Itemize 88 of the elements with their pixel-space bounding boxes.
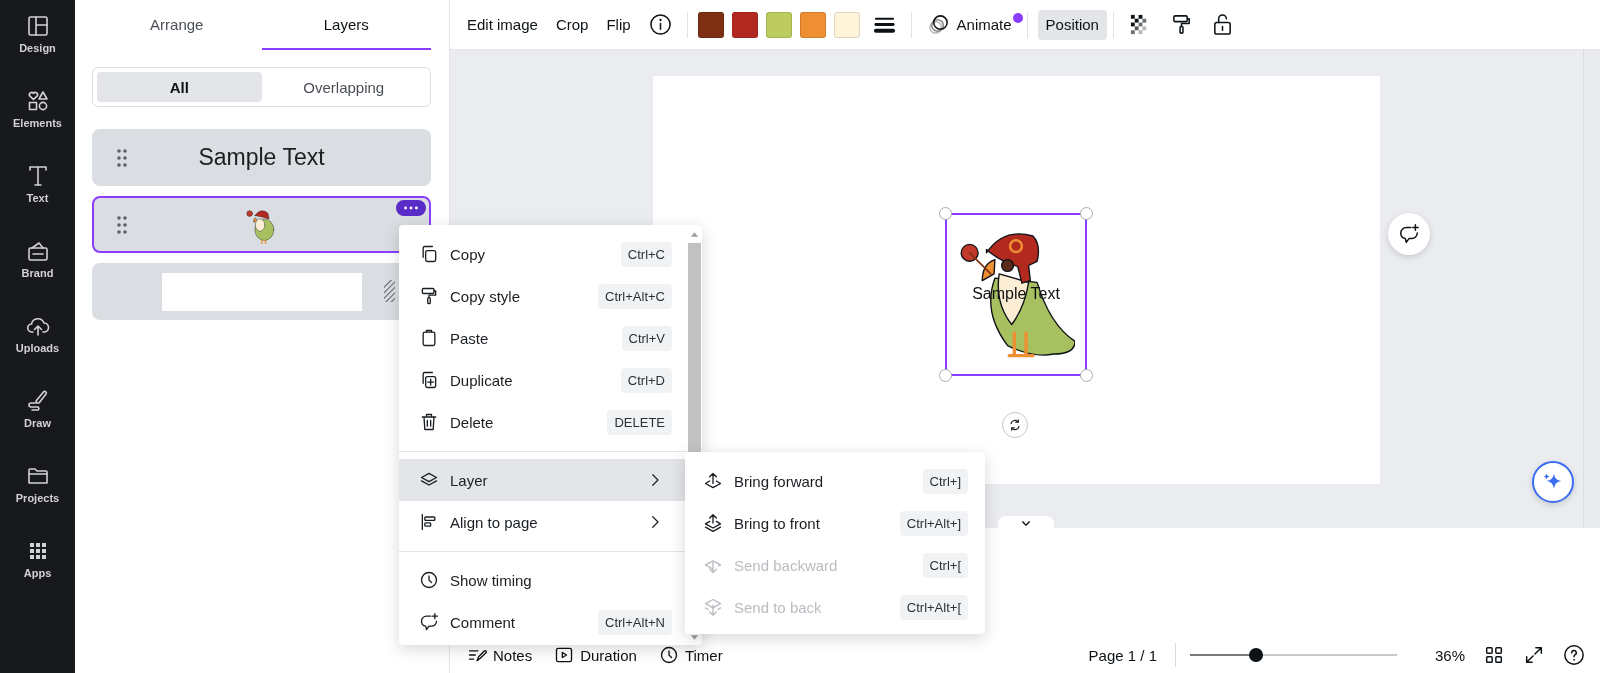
footer-button[interactable]: Duration <box>554 645 637 665</box>
draw-icon <box>25 389 50 413</box>
align-icon <box>419 512 439 532</box>
sidebar-item[interactable]: Text <box>4 164 71 239</box>
color-swatch[interactable] <box>697 11 724 38</box>
resize-handle[interactable] <box>939 207 952 220</box>
arrow-up-icon <box>703 513 723 533</box>
panel-tab[interactable]: Arrange <box>92 0 262 50</box>
clock-icon <box>419 570 439 590</box>
chevron-down-icon <box>1021 519 1031 527</box>
duration-icon <box>554 645 575 665</box>
grid-view-icon[interactable] <box>1483 644 1505 666</box>
arrow-up-icon <box>703 471 723 491</box>
menu-item[interactable]: Paste Ctrl+V <box>399 317 687 359</box>
scroll-up-icon[interactable] <box>690 231 699 237</box>
menu-item[interactable]: Duplicate Ctrl+D <box>399 359 687 401</box>
menu-item[interactable]: Show timing <box>399 559 687 601</box>
elements-icon <box>25 89 50 113</box>
toolbar-button[interactable]: Flip <box>597 8 640 41</box>
animate-button[interactable]: Animate <box>917 8 1021 41</box>
sidebar-item[interactable]: Projects <box>4 464 71 539</box>
menu-item[interactable]: Layer <box>399 459 687 501</box>
hatch-icon <box>384 280 395 302</box>
menu-item[interactable]: Comment Ctrl+Alt+N <box>399 601 687 643</box>
menu-item[interactable]: Delete DELETE <box>399 401 687 443</box>
info-icon[interactable] <box>648 13 672 36</box>
comment-add-icon <box>1398 223 1420 245</box>
drag-handle-icon[interactable] <box>116 215 128 235</box>
layer-row[interactable]: Sample Text <box>92 129 431 186</box>
drag-handle-icon[interactable] <box>116 148 128 168</box>
timer-icon <box>658 645 679 665</box>
animate-icon <box>926 13 950 36</box>
shortcut-hint: Ctrl+Alt+[ <box>899 594 968 620</box>
sidebar-item[interactable]: Apps <box>4 539 71 614</box>
shortcut-hint: Ctrl+[ <box>922 552 968 578</box>
position-button[interactable]: Position <box>1037 9 1107 40</box>
menu-item[interactable]: Copy Ctrl+C <box>399 233 687 275</box>
help-icon[interactable] <box>1563 644 1585 666</box>
color-swatch[interactable] <box>731 11 758 38</box>
shortcut-hint: Ctrl+D <box>620 367 672 393</box>
menu-item[interactable]: Align to page <box>399 501 687 543</box>
design-icon <box>25 14 50 38</box>
zoom-slider[interactable] <box>1190 648 1397 662</box>
shortcut-hint: Ctrl+Alt+] <box>899 510 968 536</box>
footer-button[interactable]: Notes <box>467 645 533 665</box>
color-swatch[interactable] <box>833 11 860 38</box>
sidebar-item[interactable]: Uploads <box>4 314 71 389</box>
resize-handle[interactable] <box>939 369 952 382</box>
resize-handle[interactable] <box>1080 369 1093 382</box>
add-comment-button[interactable] <box>1388 213 1430 255</box>
menu-item[interactable]: Bring to front Ctrl+Alt+] <box>685 502 985 544</box>
color-swatch[interactable] <box>799 11 826 38</box>
rotate-handle[interactable] <box>1002 412 1028 438</box>
sidebar-item[interactable]: Design <box>4 14 71 89</box>
shortcut-hint: DELETE <box>607 409 672 435</box>
sidebar-item[interactable]: Brand <box>4 239 71 314</box>
fullscreen-icon[interactable] <box>1523 644 1545 666</box>
toolbar-button[interactable]: Crop <box>546 8 598 41</box>
shortcut-hint: Ctrl+Alt+N <box>598 609 672 635</box>
shortcut-hint: Ctrl+V <box>621 325 672 351</box>
collapse-pages-button[interactable] <box>998 516 1054 530</box>
menu-item[interactable]: Bring forward Ctrl+] <box>685 460 985 502</box>
page-indicator: Page 1 / 1 <box>1088 646 1157 664</box>
comment-icon <box>419 612 439 632</box>
shortcut-hint: Ctrl+C <box>620 241 672 267</box>
layer-row[interactable] <box>92 196 431 253</box>
zoom-percentage[interactable]: 36% <box>1415 646 1465 664</box>
menu-item[interactable]: Copy style Ctrl+Alt+C <box>399 275 687 317</box>
filter-option[interactable]: All <box>97 72 262 102</box>
layer-text-preview: Sample Text <box>198 144 325 171</box>
filter-option[interactable]: Overlapping <box>261 72 426 102</box>
footer-button[interactable]: Timer <box>658 645 723 665</box>
magic-button[interactable] <box>1532 461 1574 503</box>
more-button[interactable] <box>396 200 426 216</box>
brand-icon <box>25 239 50 263</box>
scrollbar-thumb[interactable] <box>688 243 701 455</box>
roller-icon <box>419 286 439 306</box>
trash-icon <box>419 412 439 432</box>
shortcut-hint: Ctrl+Alt+C <box>598 283 672 309</box>
sidebar-item[interactable]: Elements <box>4 89 71 164</box>
panel-tab[interactable]: Layers <box>261 0 431 50</box>
resize-handle[interactable] <box>1080 207 1093 220</box>
color-swatch[interactable] <box>765 11 792 38</box>
arrow-down-icon <box>703 597 723 617</box>
toolbar-button[interactable]: Edit image <box>467 8 547 41</box>
sidebar-item[interactable]: Draw <box>4 389 71 464</box>
dots-icon <box>402 205 420 211</box>
shortcut-hint: Ctrl+] <box>922 468 968 494</box>
